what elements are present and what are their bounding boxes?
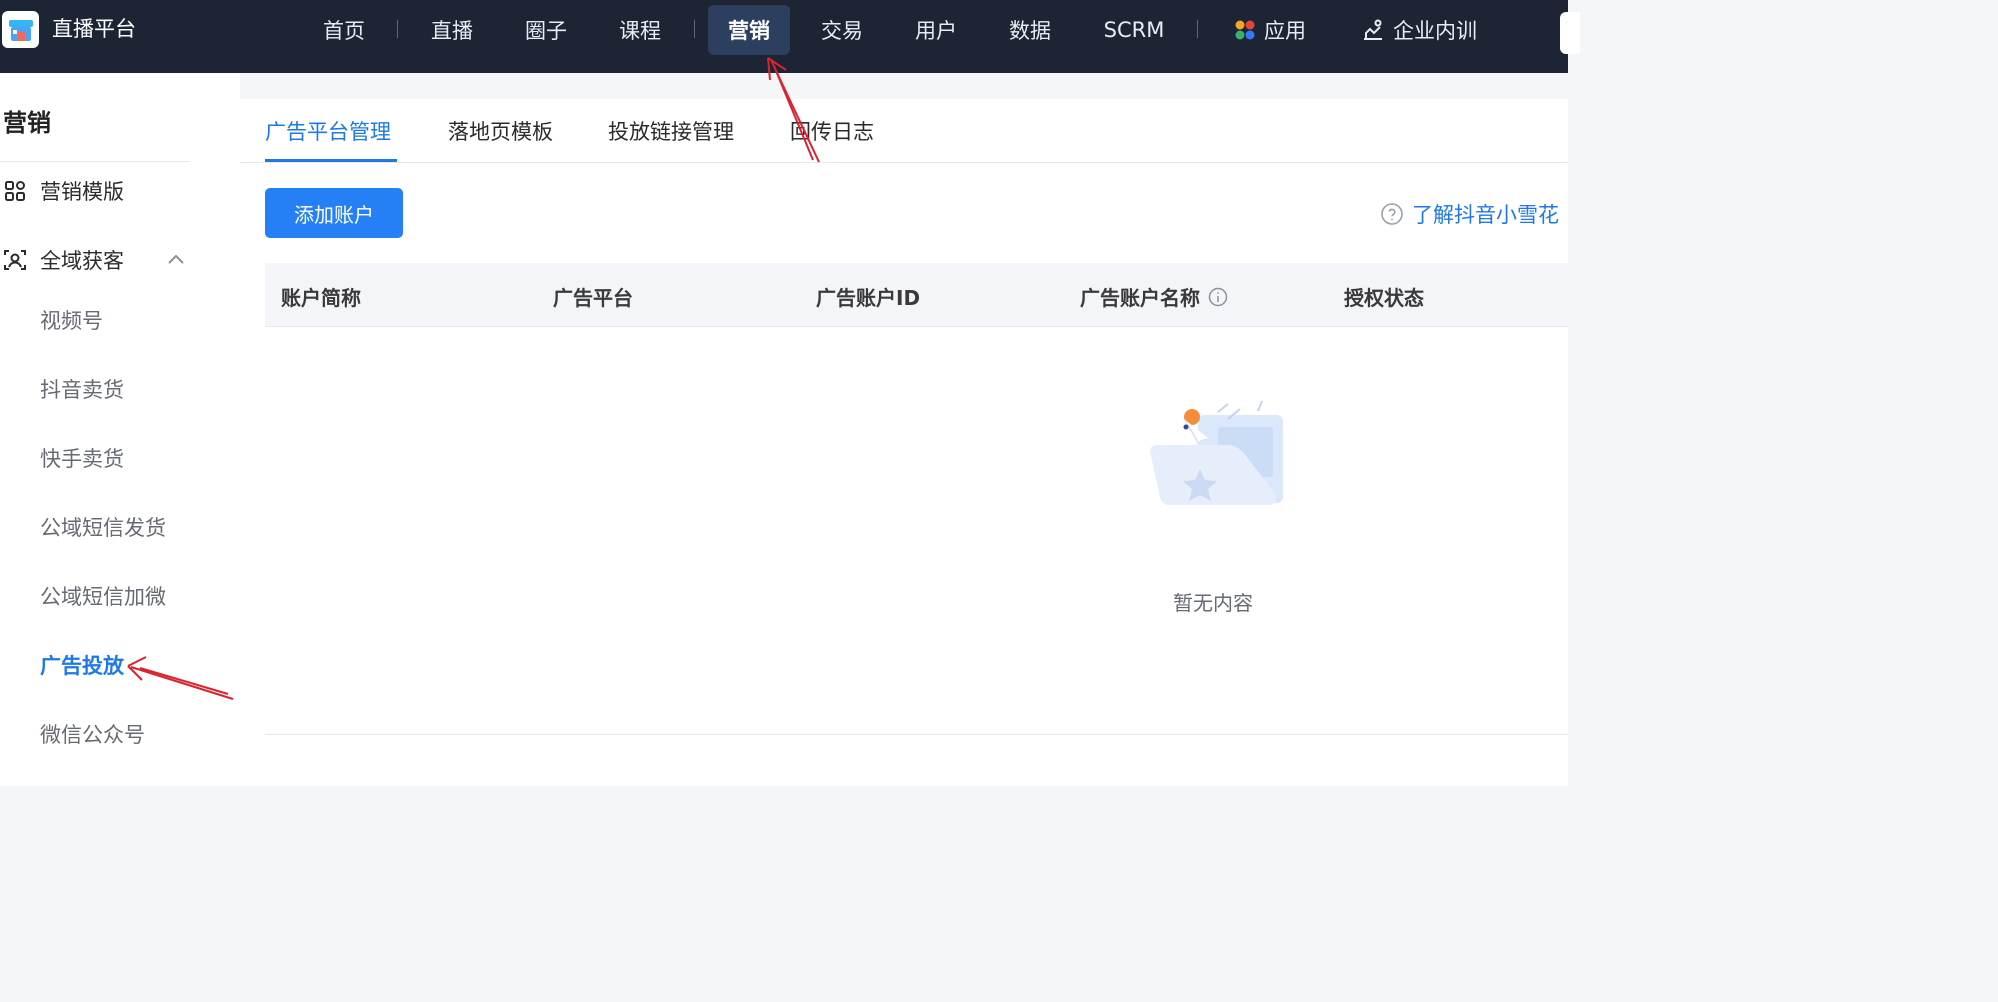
main-content: 广告平台管理 落地页模板 投放链接管理 回传日志 添加账户 了解抖音小雪花 账户…	[240, 99, 1568, 786]
sidebar-item-douyin-sales[interactable]: 抖音卖货	[40, 374, 124, 404]
question-circle-icon	[1380, 202, 1404, 226]
top-navigation-bar: 直播平台 首页 直播 圈子 课程 营销 交易 用户 数据 SCRM 应用 企业内…	[0, 0, 1580, 73]
tab-callback-log[interactable]: 回传日志	[790, 116, 874, 146]
grid-icon	[2, 178, 28, 204]
store-icon	[8, 19, 33, 41]
chevron-up-icon[interactable]	[166, 250, 186, 275]
nav-separator	[397, 20, 398, 38]
nav-course[interactable]: 课程	[602, 5, 678, 55]
column-header-auth-status: 授权状态	[1344, 286, 1424, 310]
nav-enterprise-training[interactable]: 企业内训	[1350, 5, 1488, 55]
scan-user-icon	[2, 247, 28, 273]
tab-landing-page-templates[interactable]: 落地页模板	[448, 116, 553, 146]
add-account-button[interactable]: 添加账户	[265, 188, 403, 238]
column-header-ad-platform: 广告平台	[553, 286, 633, 310]
sidebar-item-video-account[interactable]: 视频号	[40, 305, 103, 335]
sidebar-group-marketing-template[interactable]: 营销模版	[0, 171, 200, 211]
active-tab-indicator	[265, 159, 397, 162]
app-logo[interactable]	[2, 11, 39, 48]
empty-state-text: 暂无内容	[1173, 591, 1253, 615]
column-header-label: 广告账户名称	[1080, 286, 1200, 310]
nav-apps-label: 应用	[1264, 19, 1306, 43]
sidebar-title: 营销	[3, 109, 51, 137]
nav-separator	[1197, 20, 1198, 38]
nav-home[interactable]: 首页	[306, 5, 382, 55]
sidebar-item-wechat-official-account[interactable]: 微信公众号	[40, 719, 145, 749]
nav-live[interactable]: 直播	[414, 5, 490, 55]
tab-ad-platform-management[interactable]: 广告平台管理	[265, 116, 391, 146]
nav-apps[interactable]: 应用	[1220, 5, 1320, 55]
sidebar: 营销 营销模版 全域获客 视频号 抖音卖货 快手卖货 公域短信发货 公域短信加微…	[0, 73, 240, 786]
column-header-ad-account-id: 广告账户ID	[816, 286, 921, 310]
sidebar-item-kuaishou-sales[interactable]: 快手卖货	[40, 443, 124, 473]
apps-icon	[1234, 19, 1256, 41]
sidebar-group-label: 营销模版	[40, 180, 124, 204]
sidebar-group-omnichannel[interactable]: 全域获客	[0, 240, 200, 280]
nav-scrm[interactable]: SCRM	[1092, 5, 1176, 55]
nav-data[interactable]: 数据	[992, 5, 1068, 55]
sidebar-item-sms-delivery[interactable]: 公域短信发货	[40, 512, 166, 542]
nav-circle[interactable]: 圈子	[508, 5, 584, 55]
sidebar-item-sms-add-wechat[interactable]: 公域短信加微	[40, 581, 166, 611]
user-menu-button[interactable]	[1560, 12, 1580, 54]
column-header-account-alias: 账户简称	[281, 286, 361, 310]
tab-bar: 广告平台管理 落地页模板 投放链接管理 回传日志	[240, 99, 1568, 163]
column-header-ad-account-name: 广告账户名称	[1080, 282, 1228, 311]
sidebar-item-ad-placement[interactable]: 广告投放	[40, 650, 124, 680]
table-header: 账户简称 广告平台 广告账户ID 广告账户名称 授权状态	[265, 263, 1568, 327]
sidebar-divider	[0, 161, 190, 162]
table-bottom-border	[265, 734, 1568, 735]
nav-users[interactable]: 用户	[898, 5, 974, 55]
info-icon[interactable]	[1208, 287, 1228, 307]
training-icon	[1361, 18, 1385, 42]
help-link-label: 了解抖音小雪花	[1412, 203, 1559, 227]
sidebar-group-label: 全域获客	[40, 249, 124, 273]
empty-folder-illustration	[1148, 397, 1288, 516]
app-title: 直播平台	[52, 17, 136, 41]
nav-separator	[694, 20, 695, 38]
nav-enterprise-training-label: 企业内训	[1393, 19, 1477, 43]
help-link[interactable]: 了解抖音小雪花	[1380, 199, 1559, 229]
nav-marketing[interactable]: 营销	[708, 5, 790, 55]
nav-trade[interactable]: 交易	[804, 5, 880, 55]
tab-placement-link-management[interactable]: 投放链接管理	[608, 116, 734, 146]
